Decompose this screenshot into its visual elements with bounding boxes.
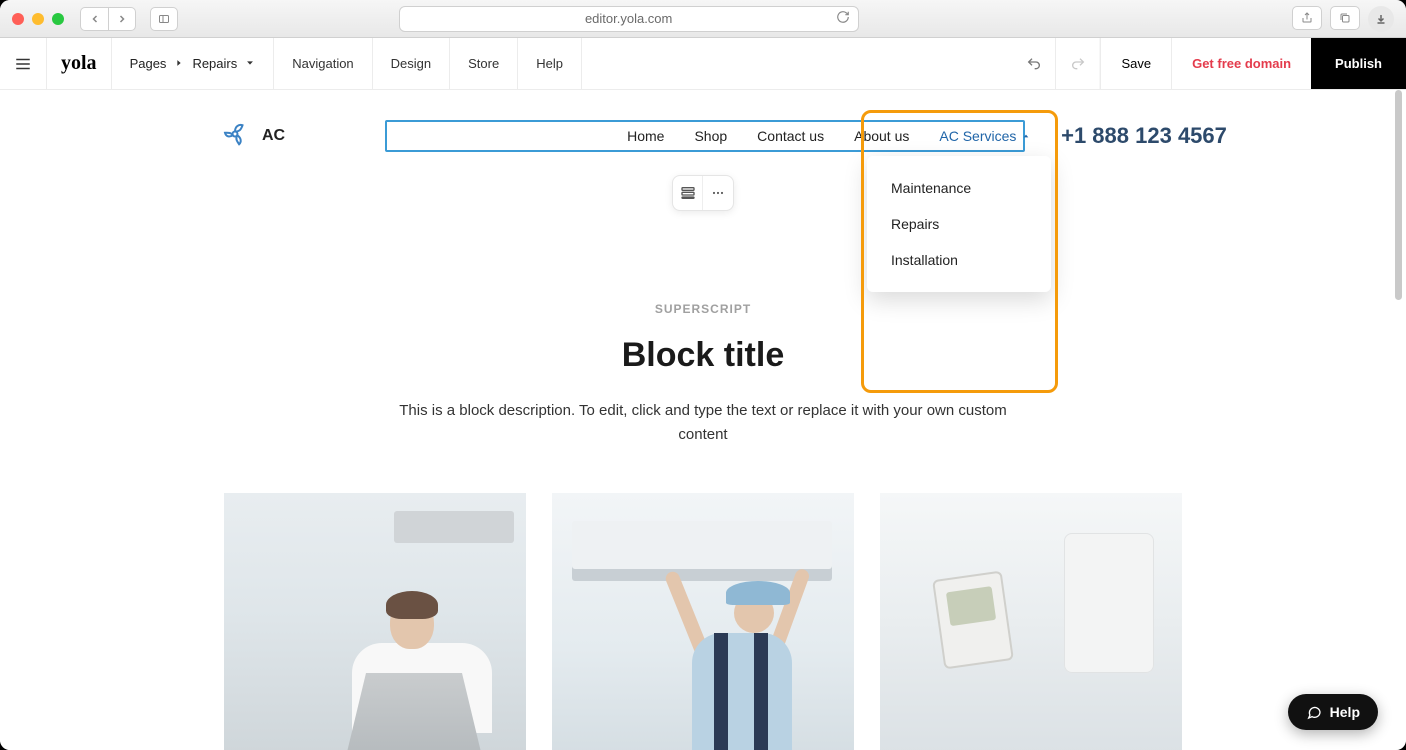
help-fab[interactable]: Help: [1288, 694, 1378, 730]
url-text: editor.yola.com: [585, 11, 672, 26]
element-toolbar: [672, 175, 734, 211]
close-window-button[interactable]: [12, 13, 24, 25]
editor-canvas[interactable]: AC Home Shop Contact us About us AC Serv…: [0, 90, 1406, 750]
fan-icon: [220, 119, 250, 154]
brand-name: AC: [262, 127, 285, 145]
current-page-name: Repairs: [192, 56, 237, 71]
dropdown-item-maintenance[interactable]: Maintenance: [867, 170, 1051, 206]
chevron-up-icon: [1022, 132, 1030, 140]
chat-icon: [1306, 704, 1322, 720]
window-controls: [12, 13, 64, 25]
nav-about[interactable]: About us: [854, 128, 909, 144]
tabs-button[interactable]: [1330, 6, 1360, 30]
chevron-down-icon: [245, 56, 255, 71]
get-free-domain-button[interactable]: Get free domain: [1171, 38, 1311, 89]
minimize-window-button[interactable]: [32, 13, 44, 25]
nav-home[interactable]: Home: [627, 128, 664, 144]
scrollbar-thumb[interactable]: [1395, 90, 1402, 300]
card-image-1[interactable]: [224, 493, 526, 750]
dropdown-item-installation[interactable]: Installation: [867, 242, 1051, 278]
main-menu-button[interactable]: [0, 38, 47, 89]
site-brand[interactable]: AC: [220, 119, 285, 154]
address-bar[interactable]: editor.yola.com: [399, 6, 859, 32]
toolbar-store[interactable]: Store: [450, 38, 518, 89]
dropdown-item-repairs[interactable]: Repairs: [867, 206, 1051, 242]
nav-shop[interactable]: Shop: [694, 128, 727, 144]
card-image-3[interactable]: [880, 493, 1182, 750]
pages-breadcrumb[interactable]: Pages Repairs: [112, 38, 275, 89]
redo-button[interactable]: [1056, 38, 1100, 89]
block-title[interactable]: Block title: [40, 336, 1366, 375]
browser-chrome: editor.yola.com: [0, 0, 1406, 38]
toolbar-help[interactable]: Help: [518, 38, 582, 89]
help-fab-label: Help: [1330, 704, 1360, 720]
download-button[interactable]: [1368, 6, 1394, 32]
forward-button[interactable]: [108, 7, 136, 31]
back-button[interactable]: [80, 7, 108, 31]
sidebar-toggle-button[interactable]: [150, 7, 178, 31]
toolbar-navigation[interactable]: Navigation: [274, 38, 372, 89]
editor-toolbar: yola Pages Repairs Navigation Design Sto…: [0, 38, 1406, 90]
more-button[interactable]: [703, 176, 733, 210]
ac-services-dropdown: Maintenance Repairs Installation: [867, 156, 1051, 292]
nav-contact[interactable]: Contact us: [757, 128, 824, 144]
layout-button[interactable]: [673, 176, 703, 210]
chevron-right-icon: [174, 56, 184, 71]
toolbar-design[interactable]: Design: [373, 38, 450, 89]
reload-icon[interactable]: [836, 10, 850, 27]
block-superscript[interactable]: SUPERSCRIPT: [40, 302, 1366, 316]
save-button[interactable]: Save: [1100, 38, 1171, 89]
site-header: AC Home Shop Contact us About us AC Serv…: [0, 90, 1406, 162]
site-nav-selected[interactable]: Home Shop Contact us About us AC Service…: [385, 120, 1025, 152]
block-description[interactable]: This is a block description. To edit, cl…: [383, 399, 1023, 447]
pages-label: Pages: [130, 56, 167, 71]
maximize-window-button[interactable]: [52, 13, 64, 25]
site-phone[interactable]: +1 888 123 4567: [1061, 123, 1227, 149]
publish-button[interactable]: Publish: [1311, 38, 1406, 89]
share-button[interactable]: [1292, 6, 1322, 30]
content-block[interactable]: SUPERSCRIPT Block title This is a block …: [0, 162, 1406, 750]
card-row: [40, 493, 1366, 750]
scrollbar[interactable]: [1392, 90, 1404, 750]
card-image-2[interactable]: [552, 493, 854, 750]
nav-ac-services[interactable]: AC Services: [939, 128, 1030, 144]
undo-button[interactable]: [1012, 38, 1056, 89]
yola-logo[interactable]: yola: [47, 38, 112, 89]
